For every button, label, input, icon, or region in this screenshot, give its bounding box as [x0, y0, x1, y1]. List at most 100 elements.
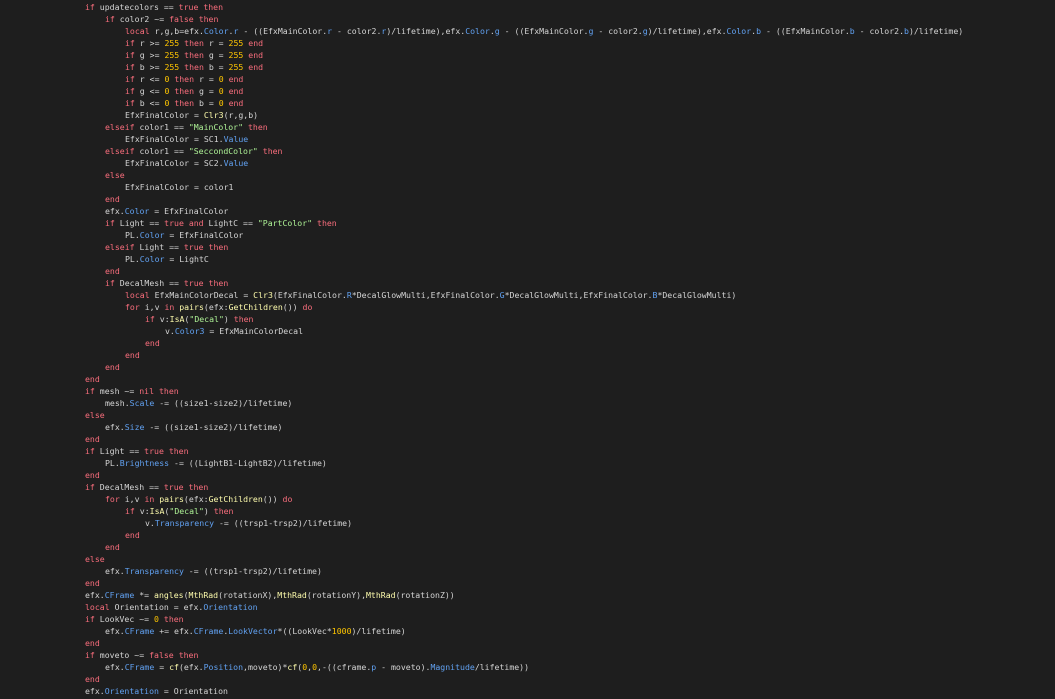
- code-line[interactable]: if g <= 0 then g = 0 end: [125, 85, 243, 97]
- code-line[interactable]: v.Transparency -= ((trsp1-trsp2)/lifetim…: [145, 517, 352, 529]
- code-token: efx.: [85, 686, 105, 696]
- code-line[interactable]: if b >= 255 then b = 255 end: [125, 61, 263, 73]
- code-line[interactable]: if color2 ~= false then: [105, 13, 218, 25]
- code-token: Color: [465, 26, 490, 36]
- code-line[interactable]: if LookVec ~= 0 then: [85, 613, 184, 625]
- code-line[interactable]: end: [125, 349, 140, 361]
- code-line[interactable]: if b <= 0 then b = 0 end: [125, 97, 243, 109]
- code-token: /lifetime)): [474, 662, 530, 672]
- code-line[interactable]: end: [85, 373, 100, 385]
- code-line[interactable]: local r,g,b=efx.Color.r - ((EfxMainColor…: [125, 25, 963, 37]
- code-token: ()): [282, 302, 303, 312]
- code-line[interactable]: efx.CFrame *= angles(MthRad(rotationX),M…: [85, 589, 455, 601]
- code-token: updatecolors ==: [94, 2, 179, 12]
- code-token: Clr3: [253, 290, 273, 300]
- code-line[interactable]: if Light == true and LightC == "PartColo…: [105, 217, 337, 229]
- code-token: then: [188, 482, 209, 492]
- code-token: do: [302, 302, 313, 312]
- code-line[interactable]: if r >= 255 then r = 255 end: [125, 37, 263, 49]
- code-line[interactable]: mesh.Scale -= ((size1-size2)/lifetime): [105, 397, 292, 409]
- code-line[interactable]: else: [105, 169, 125, 181]
- code-line[interactable]: for i,v in pairs(efx:GetChildren()) do: [125, 301, 312, 313]
- code-token: mesh.: [105, 398, 130, 408]
- code-token: Orientation: [203, 602, 258, 612]
- code-token: "Decal": [189, 314, 224, 324]
- code-token: - ((EfxMainColor.: [761, 26, 850, 36]
- code-token: if: [125, 506, 135, 516]
- code-line[interactable]: elseif color1 == "SeccondColor" then: [105, 145, 282, 157]
- code-line[interactable]: efx.Transparency -= ((trsp1-trsp2)/lifet…: [105, 565, 322, 577]
- code-line[interactable]: end: [85, 637, 100, 649]
- code-line[interactable]: elseif color1 == "MainColor" then: [105, 121, 268, 133]
- code-token: )/lifetime),efx.: [386, 26, 466, 36]
- code-line[interactable]: if g >= 255 then g = 255 end: [125, 49, 263, 61]
- code-line[interactable]: end: [125, 529, 140, 541]
- code-line[interactable]: end: [85, 433, 100, 445]
- code-line[interactable]: EfxFinalColor = Clr3(r,g,b): [125, 109, 258, 121]
- code-token: for: [125, 302, 140, 312]
- code-line[interactable]: if Light == true then: [85, 445, 189, 457]
- code-line[interactable]: elseif Light == true then: [105, 241, 228, 253]
- code-token: i,v: [119, 494, 145, 504]
- code-line[interactable]: else: [85, 409, 105, 421]
- code-token: in: [144, 494, 155, 504]
- code-line[interactable]: else: [85, 553, 105, 565]
- code-line[interactable]: end: [85, 673, 100, 685]
- code-line[interactable]: end: [145, 337, 160, 349]
- code-line[interactable]: if updatecolors == true then: [85, 1, 223, 13]
- code-token: *((LookVec*: [277, 626, 332, 636]
- code-line[interactable]: EfxFinalColor = SC1.Value: [125, 133, 248, 145]
- code-line[interactable]: if mesh ~= nil then: [85, 385, 179, 397]
- code-line[interactable]: PL.Color = LightC: [125, 253, 209, 265]
- code-line[interactable]: EfxFinalColor = color1: [125, 181, 233, 193]
- code-line[interactable]: efx.CFrame = cf(efx.Position,moveto)*cf(…: [105, 661, 529, 673]
- code-line[interactable]: end: [105, 193, 120, 205]
- code-line[interactable]: efx.CFrame += efx.CFrame.LookVector*((Lo…: [105, 625, 406, 637]
- code-line[interactable]: efx.Color = EfxFinalColor: [105, 205, 228, 217]
- code-line[interactable]: if DecalMesh == true then: [105, 277, 228, 289]
- code-token: Orientation = efx.: [109, 602, 204, 612]
- code-line[interactable]: efx.Orientation = Orientation: [85, 685, 228, 697]
- code-line[interactable]: end: [105, 361, 120, 373]
- code-line[interactable]: if DecalMesh == true then: [85, 481, 208, 493]
- code-line[interactable]: if moveto ~= false then: [85, 649, 198, 661]
- code-line[interactable]: local EfxMainColorDecal = Clr3(EfxFinalC…: [125, 289, 736, 301]
- code-token: moveto ~=: [94, 650, 150, 660]
- code-line[interactable]: PL.Color = EfxFinalColor: [125, 229, 243, 241]
- code-line[interactable]: EfxFinalColor = SC2.Value: [125, 157, 248, 169]
- code-line[interactable]: v.Color3 = EfxMainColorDecal: [165, 325, 303, 337]
- code-line[interactable]: end: [105, 541, 120, 553]
- code-token: "MainColor": [188, 122, 244, 132]
- code-token: "PartColor": [257, 218, 313, 228]
- code-token: then: [184, 62, 204, 72]
- code-token: if: [105, 278, 115, 288]
- code-token: efx.: [105, 566, 125, 576]
- code-line[interactable]: if v:IsA("Decal") then: [125, 505, 233, 517]
- code-editor[interactable]: if updatecolors == true then if color2 ~=…: [0, 0, 1055, 699]
- code-token: (rotationX),: [218, 590, 278, 600]
- code-token: if: [145, 314, 155, 324]
- code-line[interactable]: if v:IsA("Decal") then: [145, 313, 253, 325]
- code-token: i,v: [139, 302, 165, 312]
- code-line[interactable]: if r <= 0 then r = 0 end: [125, 73, 243, 85]
- code-line[interactable]: for i,v in pairs(efx:GetChildren()) do: [105, 493, 292, 505]
- code-token: true: [144, 446, 164, 456]
- code-token: (efx:: [183, 494, 209, 504]
- code-token: if: [85, 482, 95, 492]
- code-line[interactable]: end: [85, 469, 100, 481]
- code-line[interactable]: PL.Brightness -= ((LightB1-LightB2)/life…: [105, 457, 327, 469]
- code-line[interactable]: local Orientation = efx.Orientation: [85, 601, 258, 613]
- code-token: Color: [124, 206, 150, 216]
- code-token: Scale: [129, 398, 155, 408]
- code-token: -= ((LightB1-LightB2)/lifetime): [169, 458, 327, 468]
- code-line[interactable]: end: [85, 577, 100, 589]
- code-token: efx.: [105, 206, 125, 216]
- code-token: v.: [145, 518, 155, 528]
- code-token: Value: [223, 158, 249, 168]
- code-line[interactable]: efx.Size -= ((size1-size2)/lifetime): [105, 421, 282, 433]
- code-token: then: [247, 122, 268, 132]
- code-token: else: [85, 554, 105, 564]
- code-token: (rotationY),: [306, 590, 366, 600]
- code-line[interactable]: end: [105, 265, 120, 277]
- code-token: color2 ~=: [114, 14, 170, 24]
